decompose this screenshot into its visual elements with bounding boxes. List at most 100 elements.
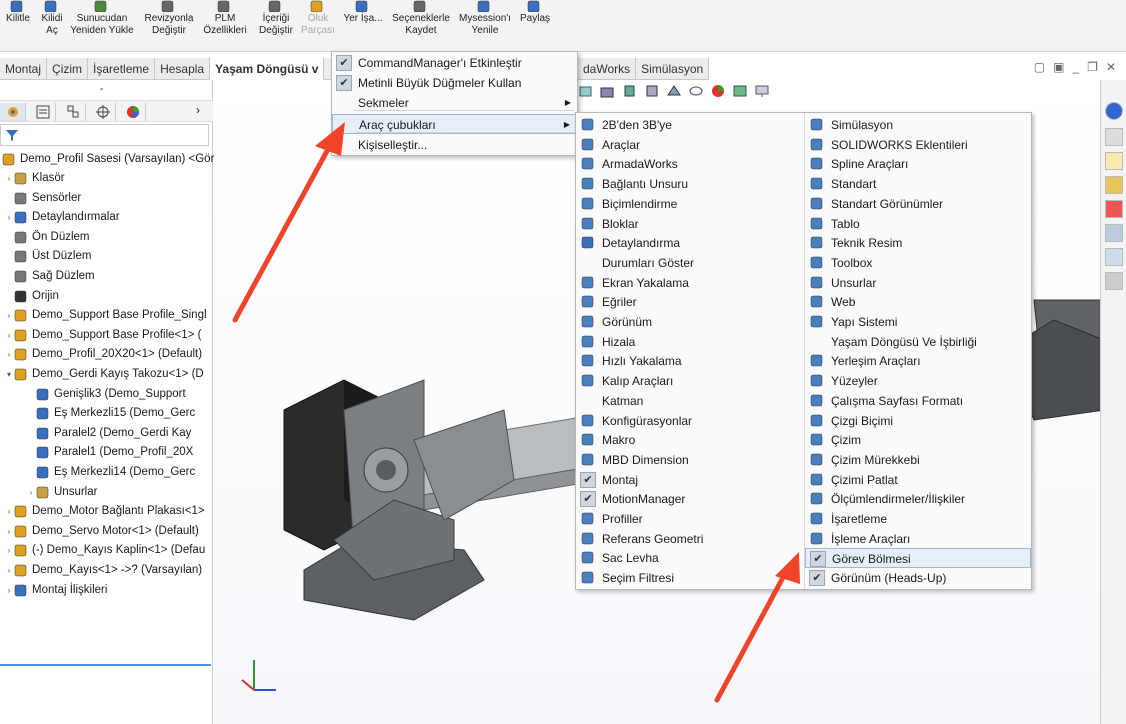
previous-view-icon[interactable] (600, 83, 616, 99)
toolbar-menu-item[interactable]: ✔ Görev Bölmesi (805, 548, 1031, 569)
toolbar-menu-item[interactable]: Web (805, 292, 1031, 312)
configuration-manager-tab[interactable] (60, 103, 86, 121)
expand-arrow-icon[interactable]: › (4, 581, 14, 600)
tree-item[interactable]: › Demo_Motor Bağlantı Plakası<1> (4, 502, 205, 521)
toolbar-menu-item[interactable]: Hızlı Yakalama (576, 351, 802, 371)
restore-icon[interactable]: ❐ (1087, 60, 1098, 74)
toolbar-menu-item[interactable]: Araçlar (576, 135, 802, 155)
ribbon-button-6[interactable]: Oluk Parçası (301, 0, 335, 50)
tree-item[interactable]: › Klasör (4, 169, 65, 188)
tree-item[interactable]: › Demo_Profil_20X20<1> (Default) (4, 345, 202, 364)
section-view-icon[interactable] (622, 83, 638, 99)
tree-item[interactable]: › Detaylandırmalar (4, 208, 120, 227)
expand-arrow-icon[interactable]: › (4, 208, 14, 227)
toolbar-menu-item[interactable]: Eğriler (576, 292, 802, 312)
toolbar-menu-item[interactable]: Yerleşim Araçları (805, 351, 1031, 371)
toolbar-menu-item[interactable]: İşleme Araçları (805, 529, 1031, 549)
tree-root[interactable]: Demo_Profil Sasesi (Varsayılan) <Gör (2, 150, 214, 169)
toolbar-menu-item[interactable]: ✔ Montaj (576, 470, 802, 490)
tree-item[interactable]: › Demo_Servo Motor<1> (Default) (4, 522, 199, 541)
toolbar-menu-item[interactable]: Çizgi Biçimi (805, 411, 1031, 431)
toolbar-menu-item[interactable]: Profiller (576, 509, 802, 529)
command-tab-right-1[interactable]: Simülasyon (636, 58, 710, 80)
toolbar-menu-item[interactable]: Çizim (805, 430, 1031, 450)
ribbon-button-0[interactable]: Kilitle (2, 0, 34, 50)
tree-item[interactable]: Paralel1 (Demo_Profil_20X (26, 443, 193, 462)
toolbar-menu-item[interactable]: Biçimlendirme (576, 194, 802, 214)
expand-arrow-icon[interactable]: › (4, 306, 14, 325)
toolbar-menu-item[interactable]: Çalışma Sayfası Formatı (805, 391, 1031, 411)
context-menu-item[interactable]: ✔ CommandManager'ı Etkinleştir (332, 53, 577, 73)
view-settings-icon[interactable] (754, 83, 770, 99)
toolbar-menu-item[interactable]: Konfigürasyonlar (576, 411, 802, 431)
ribbon-button-7[interactable]: Yer İşa... (340, 0, 386, 50)
toolbar-menu-item[interactable]: Referans Geometri (576, 529, 802, 549)
toolbar-menu-item[interactable]: Durumları Göster (576, 253, 802, 273)
solidworks-forum-icon[interactable] (1105, 248, 1123, 266)
tree-item[interactable]: › Unsurlar (26, 483, 97, 502)
tree-item[interactable]: Üst Düzlem (4, 247, 91, 266)
minimize-icon[interactable]: _ (1072, 60, 1079, 74)
toolbar-menu-item[interactable]: Bloklar (576, 214, 802, 234)
context-menu-item[interactable]: Araç çubukları ▶ (332, 114, 577, 134)
expand-arrow-icon[interactable]: ▾ (4, 365, 14, 384)
toolbar-menu-item[interactable]: MBD Dimension (576, 450, 802, 470)
custom-properties-icon[interactable] (1105, 224, 1123, 242)
tree-item[interactable]: Sağ Düzlem (4, 267, 95, 286)
tree-item[interactable]: › Demo_Support Base Profile<1> ( (4, 326, 201, 345)
toolbar-menu-item[interactable]: Simülasyon (805, 115, 1031, 135)
expand-arrow-icon[interactable]: › (4, 522, 14, 541)
panel-grip-icon[interactable]: ▪ (100, 84, 103, 94)
expand-arrow-icon[interactable]: › (4, 345, 14, 364)
command-tab-3[interactable]: Hesapla (155, 58, 211, 80)
tree-item[interactable]: Ön Düzlem (4, 228, 90, 247)
tree-item[interactable]: › (-) Demo_Kayıs Kaplin<1> (Defau (4, 541, 205, 560)
toolbar-menu-item[interactable]: Makro (576, 430, 802, 450)
expand-arrow-icon[interactable]: › (4, 561, 14, 580)
command-tab-1[interactable]: Çizim (47, 58, 89, 80)
close-icon[interactable]: ✕ (1106, 60, 1116, 74)
3d-content-icon[interactable] (1105, 272, 1123, 290)
toolbar-menu-item[interactable]: Yüzeyler (805, 371, 1031, 391)
toolbar-menu-item[interactable]: Bağlantı Unsuru (576, 174, 802, 194)
file-explorer-icon[interactable] (1105, 152, 1123, 170)
toolbar-menu-item[interactable]: SOLIDWORKS Eklentileri (805, 135, 1031, 155)
ribbon-button-10[interactable]: Paylaş (518, 0, 552, 50)
toolbar-menu-item[interactable]: Hizala (576, 332, 802, 352)
expand-arrow-icon[interactable]: › (4, 169, 14, 188)
toolbar-menu-item[interactable]: Kalıp Araçları (576, 371, 802, 391)
chevron-right-icon[interactable]: › (196, 103, 200, 117)
toolbar-menu-item[interactable]: Katman (576, 391, 802, 411)
expand-arrow-icon[interactable]: › (26, 483, 36, 502)
ribbon-button-2[interactable]: Sunucudan Yeniden Yükle (68, 0, 136, 50)
hide-show-icon[interactable] (688, 83, 704, 99)
toolbar-menu-item[interactable]: ✔ Görünüm (Heads-Up) (805, 568, 1031, 588)
tree-item[interactable]: › Montaj İlişkileri (4, 581, 107, 600)
tree-item[interactable]: Paralel2 (Demo_Gerdi Kay (26, 424, 191, 443)
toolbar-menu-item[interactable]: Ekran Yakalama (576, 273, 802, 293)
toolbar-menu-item[interactable]: Yaşam Döngüsü Ve İşbirliği (805, 332, 1031, 352)
tree-item[interactable]: Sensörler (4, 189, 81, 208)
toolbar-menu-item[interactable]: Tablo (805, 214, 1031, 234)
toolbar-menu-item[interactable]: Standart (805, 174, 1031, 194)
ribbon-button-1[interactable]: Kilidi Aç (37, 0, 67, 50)
tree-filter-input[interactable] (0, 124, 209, 146)
toolbar-menu-item[interactable]: Yapı Sistemi (805, 312, 1031, 332)
toolbar-menu-item[interactable]: Çizimi Patlat (805, 470, 1031, 490)
display-style-icon[interactable] (666, 83, 682, 99)
tree-item[interactable]: Eş Merkezli15 (Demo_Gerc (26, 404, 195, 423)
command-tab-4[interactable]: Yaşam Döngüsü v (210, 58, 325, 80)
tree-item[interactable]: Eş Merkezli14 (Demo_Gerc (26, 463, 195, 482)
toolbar-menu-item[interactable]: 2B'den 3B'ye (576, 115, 802, 135)
expand-arrow-icon[interactable]: › (4, 326, 14, 345)
toolbar-menu-item[interactable]: ArmadaWorks (576, 154, 802, 174)
toolbar-menu-item[interactable]: Spline Araçları (805, 154, 1031, 174)
command-tab-0[interactable]: Montaj (0, 58, 48, 80)
ribbon-button-9[interactable]: Mysession'ı Yenile (456, 0, 514, 50)
command-tab-right-0[interactable]: daWorks (578, 58, 637, 80)
toolbar-menu-item[interactable]: Detaylandırma (576, 233, 802, 253)
ribbon-button-4[interactable]: PLM Özellikleri (200, 0, 250, 50)
context-menu-item[interactable]: ✔ Metinli Büyük Düğmeler Kullan (332, 73, 577, 93)
ribbon-button-8[interactable]: Seçeneklerle Kaydet (389, 0, 453, 50)
tile-icon[interactable]: ▢ (1034, 60, 1045, 74)
